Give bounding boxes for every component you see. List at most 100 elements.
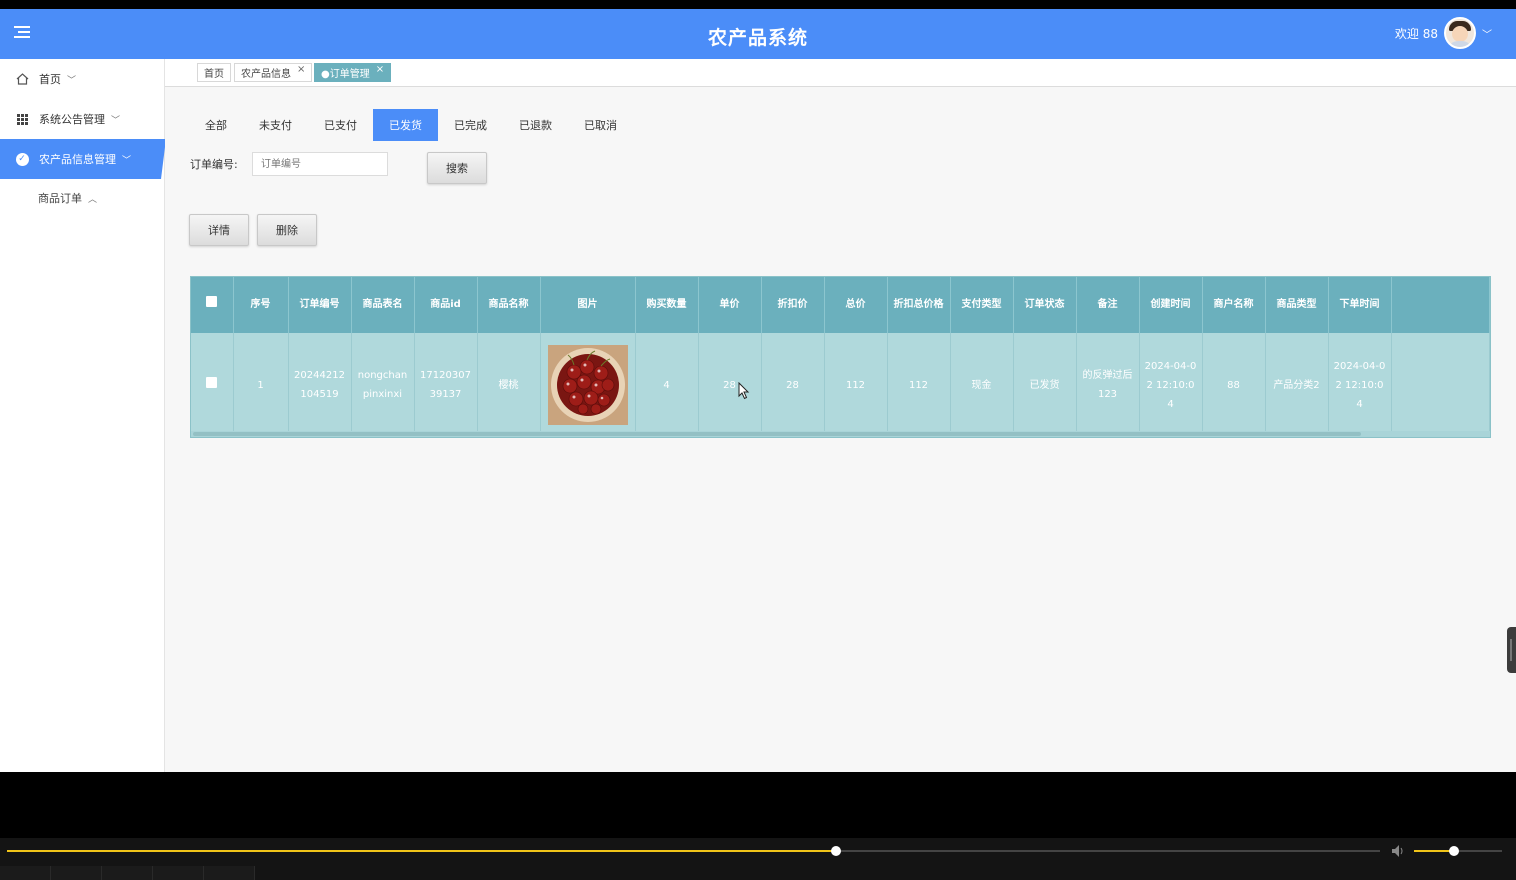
cell-price: 28 xyxy=(698,333,762,437)
chevron-down-icon: ﹀ xyxy=(122,155,132,166)
cell-product-name: 樱桃 xyxy=(477,333,541,437)
column-header: 折扣总价格 xyxy=(887,277,951,333)
cell-created: 2024-04-02 12:10:04 xyxy=(1139,333,1203,437)
detail-button[interactable]: 详情 xyxy=(189,214,249,246)
sidebar-item-label: 农产品信息管理 xyxy=(39,153,116,166)
home-icon xyxy=(15,72,29,86)
mouse-cursor-icon xyxy=(738,382,750,400)
cell-category: 产品分类2 xyxy=(1265,333,1329,437)
tab-label: 农产品信息 xyxy=(241,69,291,80)
cell-pay-type: 现金 xyxy=(950,333,1014,437)
product-image-cherries[interactable] xyxy=(547,345,628,425)
status-tab-refunded[interactable]: 已退款 xyxy=(503,109,568,141)
sidebar-item-label: 首页 xyxy=(39,73,61,86)
column-header: 创建时间 xyxy=(1139,277,1203,333)
cell-image xyxy=(540,333,636,437)
welcome-text: 欢迎 88 xyxy=(1394,26,1438,41)
chevron-down-icon[interactable]: ﹀ xyxy=(1482,26,1492,41)
player-button[interactable] xyxy=(204,866,255,880)
player-button[interactable] xyxy=(153,866,204,880)
volume-knob[interactable] xyxy=(1448,846,1459,856)
select-all-header[interactable] xyxy=(191,277,234,333)
cell-status: 已发货 xyxy=(1013,333,1077,437)
column-header-empty xyxy=(1391,277,1490,333)
status-tab-paid[interactable]: 已支付 xyxy=(308,109,373,141)
progress-bar[interactable] xyxy=(7,846,1380,856)
column-header: 商品表名 xyxy=(351,277,415,333)
tab-order-management[interactable]: ●订单管理 × xyxy=(314,63,392,82)
column-header: 单价 xyxy=(698,277,762,333)
player-button[interactable] xyxy=(102,866,153,880)
player-buttons xyxy=(0,866,255,880)
side-panel-handle[interactable] xyxy=(1507,627,1516,673)
column-header: 备注 xyxy=(1076,277,1140,333)
user-menu[interactable]: 欢迎 88 ﹀ xyxy=(1395,15,1492,51)
top-black-bar xyxy=(0,0,1516,9)
status-tab-completed[interactable]: 已完成 xyxy=(438,109,503,141)
volume-icon[interactable] xyxy=(1391,844,1407,858)
volume-slider[interactable] xyxy=(1414,846,1502,856)
column-header: 总价 xyxy=(824,277,888,333)
sidebar-item-product-info[interactable]: ✓ 农产品信息管理 ﹀ xyxy=(0,139,166,179)
avatar[interactable] xyxy=(1444,17,1476,49)
row-select-cell[interactable] xyxy=(191,333,234,437)
tab-home[interactable]: 首页 xyxy=(197,63,231,82)
sidebar-subitem-label: 商品订单 xyxy=(38,192,82,205)
chevron-up-icon: ︿ xyxy=(88,194,98,205)
close-icon[interactable]: × xyxy=(376,64,384,75)
table-horizontal-scrollbar[interactable] xyxy=(191,431,1490,437)
header: 农产品系统 欢迎 88 ﹀ xyxy=(0,9,1516,59)
action-row: 详情 删除 xyxy=(189,214,317,246)
status-tab-shipped[interactable]: 已发货 xyxy=(373,109,438,141)
column-header: 商品id xyxy=(414,277,478,333)
table-row[interactable]: 1 20244212104519 nongchanpinxinxi 171203… xyxy=(191,333,1490,437)
status-tab-all[interactable]: 全部 xyxy=(189,109,243,141)
chevron-down-icon: ﹀ xyxy=(67,75,77,86)
search-button[interactable]: 搜索 xyxy=(427,152,487,184)
cell-index: 1 xyxy=(233,333,289,437)
cell-quantity: 4 xyxy=(635,333,699,437)
column-header: 购买数量 xyxy=(635,277,699,333)
column-header: 订单编号 xyxy=(288,277,352,333)
status-tabs: 全部 未支付 已支付 已发货 已完成 已退款 已取消 xyxy=(189,109,633,141)
row-checkbox[interactable] xyxy=(206,376,218,388)
table-header-row: 序号 订单编号 商品表名 商品id 商品名称 图片 购买数量 单价 折扣价 总价… xyxy=(191,277,1490,333)
search-label: 订单编号: xyxy=(190,158,238,171)
close-icon[interactable]: × xyxy=(297,64,305,75)
sidebar-item-home[interactable]: 首页 ﹀ xyxy=(0,59,164,99)
column-header: 下单时间 xyxy=(1328,277,1392,333)
tab-label: 首页 xyxy=(204,69,224,80)
status-tab-unpaid[interactable]: 未支付 xyxy=(243,109,308,141)
order-number-input[interactable] xyxy=(252,152,388,176)
orders-table: 序号 订单编号 商品表名 商品id 商品名称 图片 购买数量 单价 折扣价 总价… xyxy=(190,276,1491,438)
progress-fill xyxy=(7,850,837,852)
grid-icon xyxy=(15,112,29,126)
app-window: 农产品系统 欢迎 88 ﹀ 首页 ﹀ 系统公告管理 ﹀ ✓ 农产品信息管理 ﹀ xyxy=(0,0,1516,772)
column-header: 支付类型 xyxy=(950,277,1014,333)
sidebar: 首页 ﹀ 系统公告管理 ﹀ ✓ 农产品信息管理 ﹀ 商品订单 ︿ xyxy=(0,59,166,772)
tab-product-info[interactable]: 农产品信息 × xyxy=(234,63,313,82)
main-content: 全部 未支付 已支付 已发货 已完成 已退款 已取消 订单编号: 搜索 详情 删… xyxy=(165,87,1516,772)
column-header: 商品名称 xyxy=(477,277,541,333)
status-tab-cancelled[interactable]: 已取消 xyxy=(568,109,633,141)
cell-discount-price: 28 xyxy=(761,333,825,437)
cell-order-no: 20244212104519 xyxy=(288,333,352,437)
sidebar-subitem-orders[interactable]: 商品订单 ︿ xyxy=(0,179,164,217)
cell-merchant: 88 xyxy=(1202,333,1266,437)
column-header: 图片 xyxy=(540,277,636,333)
select-all-checkbox[interactable] xyxy=(206,296,218,307)
progress-knob[interactable] xyxy=(831,846,842,856)
player-button[interactable] xyxy=(0,866,51,880)
sidebar-item-label: 系统公告管理 xyxy=(39,113,105,126)
cell-table-name: nongchanpinxinxi xyxy=(351,333,415,437)
tab-label: ●订单管理 xyxy=(321,69,370,80)
sidebar-item-announcements[interactable]: 系统公告管理 ﹀ xyxy=(0,99,164,139)
cell-discount-total: 112 xyxy=(887,333,951,437)
delete-button[interactable]: 删除 xyxy=(257,214,317,246)
cell-total: 112 xyxy=(824,333,888,437)
check-circle-icon: ✓ xyxy=(15,152,29,166)
player-button[interactable] xyxy=(51,866,102,880)
column-header: 折扣价 xyxy=(761,277,825,333)
cell-product-id: 1712030739137 xyxy=(414,333,478,437)
tabs-bar: 首页 农产品信息 × ●订单管理 × xyxy=(165,59,1516,87)
